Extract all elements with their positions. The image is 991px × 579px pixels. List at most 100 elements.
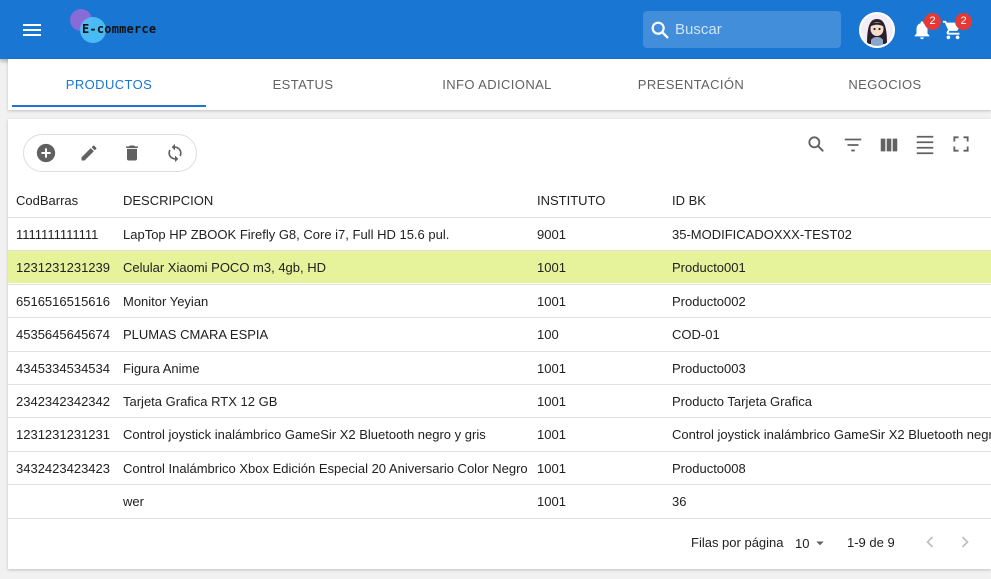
search-box[interactable] — [643, 11, 841, 48]
table-cell: 36 — [672, 494, 687, 510]
table-cell: 1231231231239 — [16, 260, 110, 276]
table-cell: 1001 — [537, 494, 566, 510]
table-cell: COD-01 — [672, 327, 720, 343]
add-circle-icon — [36, 143, 55, 163]
table-row[interactable]: 1231231231239 Celular Xiaomi POCO m3, 4gb… — [8, 250, 991, 284]
tab-estatus[interactable]: ESTATUS — [206, 59, 400, 110]
table-cell: Figura Anime — [123, 360, 200, 376]
active-tab-indicator — [12, 105, 206, 107]
table-row[interactable]: 1111111111111 LapTop HP ZBOOK Firefly G8,… — [8, 217, 991, 250]
tab-negocios[interactable]: NEGOCIOS — [788, 59, 982, 110]
table-cell: 2342342342342 — [16, 394, 110, 409]
column-header[interactable]: DESCRIPCION — [123, 193, 213, 208]
previous-page-button[interactable] — [920, 532, 940, 555]
avatar[interactable] — [859, 12, 895, 48]
cart-badge: 2 — [955, 13, 972, 30]
table-cell: 1111111111111 — [16, 227, 99, 242]
density-button[interactable] — [914, 134, 936, 156]
refresh-button[interactable] — [153, 135, 196, 171]
table-row[interactable]: wer 1001 36 — [8, 484, 991, 517]
filter-button[interactable] — [842, 134, 864, 156]
search-icon — [651, 21, 669, 39]
cart-button[interactable]: 2 — [942, 13, 972, 46]
table-cell: Tarjeta Grafica RTX 12 GB — [123, 394, 278, 409]
table-cell: 1001 — [537, 260, 566, 276]
table-cell: Producto002 — [672, 293, 746, 309]
table-cell: Producto008 — [672, 460, 746, 476]
table-cell: 1231231231231 — [16, 427, 110, 443]
table-row[interactable]: 3432423423423 Control Inalámbrico Xbox Ed… — [8, 450, 991, 484]
edit-button[interactable] — [67, 135, 110, 171]
tab-info-adicional[interactable]: INFO ADICIONAL — [400, 59, 594, 110]
table-header: CodBarras DESCRIPCION INSTITUTO ID BK — [8, 183, 991, 216]
table-cell: Celular Xiaomi POCO m3, 4gb, HD — [123, 260, 327, 276]
density-icon — [916, 135, 934, 155]
products-table-card: CodBarras DESCRIPCION INSTITUTO ID BK 11… — [8, 119, 991, 569]
tab-presentacion[interactable]: PRESENTACIÓN — [594, 59, 788, 110]
table-cell: Control Inalámbrico Xbox Edición Especia… — [123, 460, 528, 476]
table-cell: Producto003 — [672, 360, 746, 376]
notifications-badge: 2 — [924, 13, 941, 30]
table-cell: 1001 — [537, 460, 566, 476]
chevron-down-icon — [816, 541, 825, 546]
add-button[interactable] — [24, 135, 67, 171]
search-table-button[interactable] — [806, 134, 826, 156]
columns-button[interactable] — [878, 134, 900, 156]
fullscreen-button[interactable] — [951, 134, 971, 156]
table-cell: Producto Tarjeta Grafica — [672, 394, 812, 409]
table-footer: Filas por página 10 1-9 de 9 — [8, 524, 991, 564]
rows-per-page-select[interactable]: 10 — [795, 530, 829, 556]
sync-icon — [167, 143, 182, 163]
table-cell: Control joystick inalámbrico GameSir X2 … — [672, 427, 991, 443]
column-header[interactable]: INSTITUTO — [537, 193, 605, 208]
columns-icon — [880, 138, 898, 152]
table-cell: wer — [123, 494, 144, 510]
table-cell: 6516516515616 — [16, 293, 110, 309]
avatar-image — [861, 14, 893, 46]
table-cell: 3432423423423 — [16, 460, 110, 476]
row-actions-toolbar — [23, 134, 197, 172]
table-cell: 4535645645674 — [16, 327, 110, 343]
search-input[interactable] — [675, 21, 825, 38]
table-cell: Producto001 — [672, 260, 746, 276]
app-logo[interactable]: E-commerce — [68, 9, 168, 49]
rows-per-page-label: Filas por página — [691, 535, 784, 550]
next-page-button[interactable] — [955, 532, 975, 555]
tab-bar: PRODUCTOS ESTATUS INFO ADICIONAL PRESENT… — [8, 59, 991, 110]
table-cell: 1001 — [537, 394, 566, 409]
app-logo-text: E-commerce — [82, 22, 157, 36]
table-cell: 4345334534534 — [16, 360, 110, 376]
column-header[interactable]: ID BK — [672, 193, 706, 208]
app-bar: E-commerce 2 2 — [0, 0, 991, 59]
pagination-range: 1-9 de 9 — [847, 535, 895, 550]
table-row[interactable]: 6516516515616 Monitor Yeyian 1001 Producto0… — [8, 283, 991, 317]
table-cell: PLUMAS CMARA ESPIA — [123, 327, 269, 343]
filter-icon — [844, 138, 862, 152]
table-bottom-divider — [8, 517, 991, 519]
rows-per-page-value: 10 — [795, 535, 810, 551]
table-cell: 100 — [537, 327, 559, 343]
table-cell: 1001 — [537, 293, 566, 309]
trash-icon — [125, 145, 138, 161]
column-header[interactable]: CodBarras — [16, 193, 78, 208]
pencil-icon — [81, 145, 96, 161]
table-cell: Monitor Yeyian — [123, 293, 209, 309]
table-row[interactable]: 1231231231231 Control joystick inalámbric… — [8, 417, 991, 450]
delete-button[interactable] — [110, 135, 153, 171]
menu-icon[interactable] — [20, 19, 46, 41]
search-icon — [808, 136, 824, 152]
table-cell: Control joystick inalámbrico GameSir X2 … — [123, 427, 486, 443]
table-cell: 35-MODIFICADOXXX-TEST02 — [672, 227, 852, 242]
table-row[interactable]: 4345334534534 Figura Anime 1001 Producto003 — [8, 350, 991, 384]
table-cell: 1001 — [537, 427, 566, 443]
chevron-right-icon — [961, 536, 969, 548]
table-row[interactable]: 4535645645674 PLUMAS CMARA ESPIA 100 COD-01 — [8, 317, 991, 350]
tab-productos[interactable]: PRODUCTOS — [12, 59, 206, 110]
table-row[interactable]: 2342342342342 Tarjeta Grafica RTX 12 GB 10… — [8, 384, 991, 417]
notifications-button[interactable]: 2 — [911, 13, 941, 46]
table-cell: 1001 — [537, 360, 566, 376]
fullscreen-icon — [953, 136, 969, 152]
table-cell: 9001 — [537, 227, 566, 242]
chevron-left-icon — [926, 536, 934, 548]
table-cell: LapTop HP ZBOOK Firefly G8, Core i7, Ful… — [123, 227, 450, 242]
